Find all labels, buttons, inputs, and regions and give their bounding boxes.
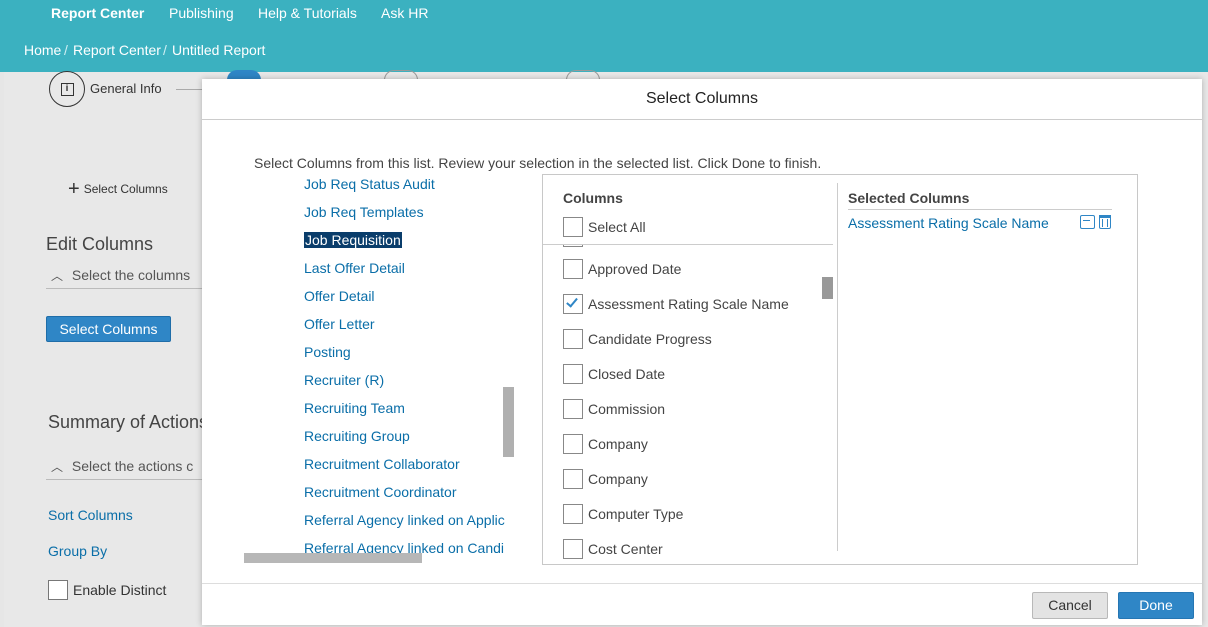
column-checkbox[interactable] <box>563 259 583 279</box>
columns-scrollbar[interactable] <box>822 277 833 299</box>
column-checkbox[interactable] <box>563 539 583 559</box>
column-label: Computer Type <box>588 506 684 522</box>
category-list: Job Req Status Audit Job Req Templates J… <box>242 171 514 561</box>
edit-columns-description: Select the columns <box>71 267 191 283</box>
column-label: Approved Date <box>588 261 682 277</box>
category-item-selected[interactable]: Job Requisition <box>304 232 402 248</box>
dialog-instructions: Select Columns from this list. Review yo… <box>254 155 822 171</box>
enable-distinct-label: Enable Distinct <box>73 582 167 598</box>
category-item[interactable]: Recruitment Collaborator <box>304 456 460 472</box>
category-item[interactable]: Job Req Status Audit <box>304 176 435 192</box>
category-item[interactable]: Recruiting Group <box>304 428 410 444</box>
selected-column-item[interactable]: Assessment Rating Scale Name <box>848 215 1049 231</box>
column-label: Closed Date <box>588 366 666 382</box>
nav-publishing[interactable]: Publishing <box>169 5 234 21</box>
enable-distinct-checkbox[interactable] <box>48 580 68 600</box>
breadcrumb-separator: / <box>163 42 167 58</box>
category-item[interactable]: Last Offer Detail <box>304 260 405 276</box>
column-label: Company <box>588 436 648 452</box>
column-checkbox[interactable] <box>563 504 583 524</box>
column-checkbox[interactable] <box>563 399 583 419</box>
breadcrumb-current: Untitled Report <box>172 42 266 58</box>
add-select-columns-link[interactable]: + Select Columns <box>68 178 168 200</box>
chevron-up-icon: ︿ <box>50 269 63 283</box>
category-item[interactable]: Posting <box>304 344 351 360</box>
category-item[interactable]: Recruitment Coordinator <box>304 484 457 500</box>
info-icon: i <box>60 82 74 96</box>
summary-section[interactable]: ︿ Select the actions c <box>46 458 202 480</box>
done-button[interactable]: Done <box>1118 592 1194 619</box>
column-checkbox[interactable] <box>563 434 583 454</box>
select-all-row: Select All <box>543 215 833 245</box>
wizard-step-label: General Info <box>90 81 162 96</box>
panel-divider <box>837 183 838 551</box>
selected-columns-divider <box>848 209 1112 210</box>
breadcrumb-separator: / <box>64 42 68 58</box>
category-item[interactable]: Referral Agency linked on Applic <box>304 512 505 528</box>
plus-icon: + <box>68 178 80 200</box>
checkmark-icon <box>566 295 578 308</box>
column-label: Candidate Progress <box>588 331 712 347</box>
columns-heading: Columns <box>563 190 623 206</box>
summary-description: Select the actions c <box>71 458 194 474</box>
category-item[interactable]: Offer Detail <box>304 288 375 304</box>
app-header: Report Center Publishing Help & Tutorial… <box>0 0 1208 72</box>
summary-heading: Summary of Actions <box>48 412 202 432</box>
wizard-connector <box>176 89 202 90</box>
category-item[interactable]: Job Req Templates <box>304 204 424 220</box>
nav-ask-hr[interactable]: Ask HR <box>381 5 428 21</box>
select-all-checkbox[interactable] <box>563 217 583 237</box>
column-label: Company <box>588 471 648 487</box>
move-column-icon[interactable] <box>1080 215 1095 229</box>
nav-help-tutorials[interactable]: Help & Tutorials <box>258 5 357 21</box>
wizard-step-general-info[interactable]: i <box>49 71 85 107</box>
category-item[interactable]: Recruiting Team <box>304 400 405 416</box>
column-label: Assessment Rating Scale Name <box>588 296 789 312</box>
add-select-columns-label: Select Columns <box>83 182 168 196</box>
edit-columns-section[interactable]: ︿ Select the columns <box>46 267 202 289</box>
nav-report-center[interactable]: Report Center <box>51 5 144 21</box>
trash-icon[interactable] <box>1099 215 1111 229</box>
column-checkbox[interactable] <box>563 469 583 489</box>
edit-columns-heading: Edit Columns <box>46 234 154 254</box>
column-label: Commission <box>588 401 666 417</box>
dialog-footer-divider <box>202 583 1202 584</box>
group-by-link[interactable]: Group By <box>48 543 107 559</box>
available-columns: Columns Select All Approved Date Assessm… <box>543 175 838 564</box>
columns-panel: Columns Select All Approved Date Assessm… <box>542 174 1138 565</box>
cancel-button[interactable]: Cancel <box>1032 592 1108 619</box>
select-columns-button[interactable]: Select Columns <box>46 316 171 342</box>
category-list-horizontal-scrollbar[interactable] <box>244 553 422 563</box>
dialog-title: Select Columns <box>202 79 1202 120</box>
category-item[interactable]: Recruiter (R) <box>304 372 384 388</box>
column-label: Cost Center <box>588 541 663 557</box>
select-columns-dialog: Select Columns Select Columns from this … <box>202 79 1202 625</box>
category-item[interactable]: Offer Letter <box>304 316 375 332</box>
column-checkbox[interactable] <box>563 329 583 349</box>
scrolled-checkbox-edge <box>563 245 583 247</box>
chevron-up-icon: ︿ <box>50 460 63 474</box>
column-checkbox-checked[interactable] <box>563 294 583 314</box>
select-all-label: Select All <box>588 219 646 235</box>
breadcrumb-report-center[interactable]: Report Center <box>73 42 161 58</box>
column-checkbox[interactable] <box>563 364 583 384</box>
category-list-vertical-scrollbar[interactable] <box>503 387 514 457</box>
selected-columns-heading: Selected Columns <box>848 190 970 206</box>
breadcrumb-home[interactable]: Home <box>24 42 61 58</box>
sort-columns-link[interactable]: Sort Columns <box>48 507 133 523</box>
